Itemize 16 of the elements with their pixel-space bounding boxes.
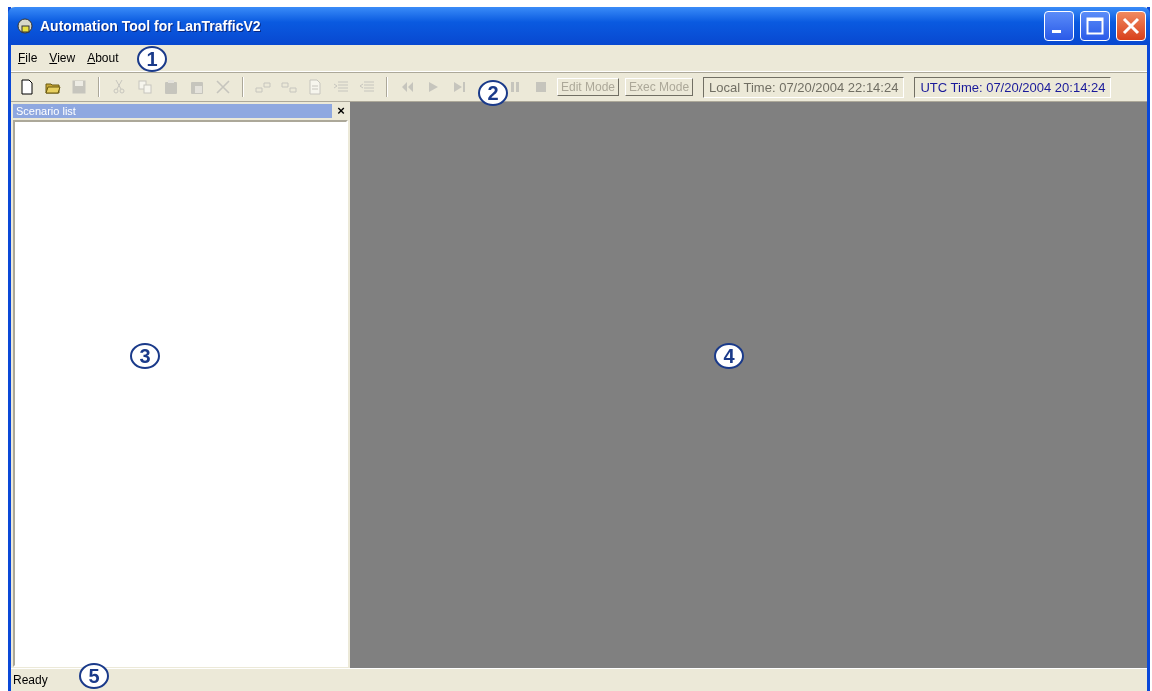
maximize-icon	[1086, 17, 1104, 35]
window-title: Automation Tool for LanTrafficV2	[40, 18, 262, 34]
minimize-icon	[1051, 29, 1061, 33]
close-icon	[1121, 16, 1141, 36]
local-time-display: Local Time: 07/20/2004 22:14:24	[703, 76, 905, 98]
close-button[interactable]	[1116, 11, 1146, 41]
minimize-button[interactable]	[1044, 11, 1074, 41]
status-text: Ready	[13, 673, 48, 687]
menu-item[interactable]: About	[82, 49, 124, 67]
panel-close-button[interactable]: ×	[334, 103, 348, 118]
menu-item[interactable]: File	[13, 49, 43, 67]
menu-item[interactable]: View	[44, 49, 81, 67]
panel-title: Scenario list	[13, 103, 332, 118]
maximize-button[interactable]	[1080, 11, 1110, 41]
utc-time-display: UTC Time: 07/20/2004 20:14:24	[914, 76, 1112, 98]
app-icon	[16, 17, 34, 35]
